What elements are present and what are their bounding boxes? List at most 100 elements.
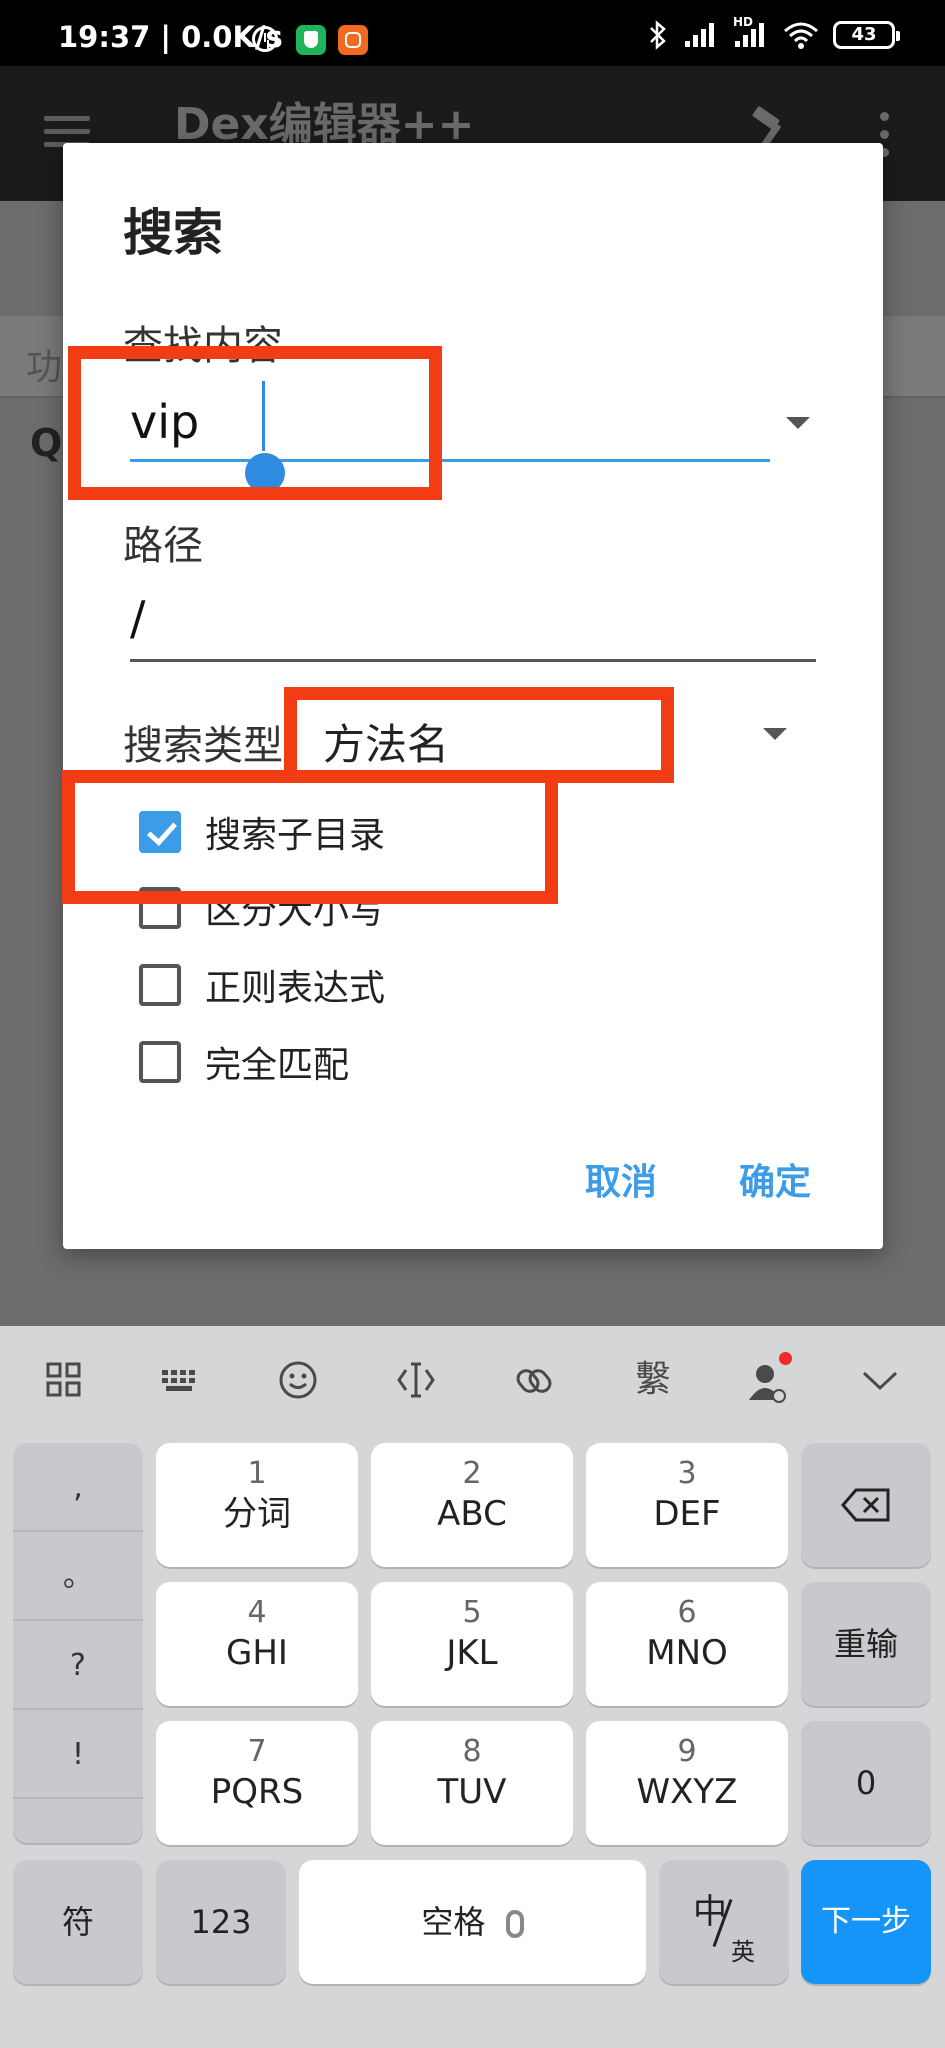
font-icon[interactable]: 繫 (633, 1360, 673, 1400)
find-history-dropdown-icon[interactable] (786, 417, 810, 429)
checkbox-unchecked[interactable] (139, 887, 181, 929)
collapse-keyboard-icon[interactable] (860, 1360, 900, 1400)
space-key[interactable]: 空格 (299, 1860, 646, 1984)
option-case-sensitive[interactable]: 区分大小写 (139, 883, 385, 933)
option-regex[interactable]: 正则表达式 (139, 960, 385, 1010)
find-content-label: 查找内容 (123, 323, 283, 369)
option-exact-match[interactable]: 完全匹配 (139, 1037, 349, 1087)
key-letters: GHI (226, 1633, 288, 1673)
find-content-input[interactable]: vip (130, 373, 790, 493)
key-6[interactable]: 6 MNO (586, 1582, 788, 1706)
key-letters: TUV (437, 1772, 507, 1812)
punct-key[interactable]: 。 (13, 1532, 143, 1621)
key-number: 8 (462, 1734, 482, 1769)
confirm-button[interactable]: 确定 (739, 1153, 811, 1205)
backspace-icon (841, 1488, 890, 1522)
signal-icon (683, 21, 719, 49)
checkbox-unchecked[interactable] (139, 964, 181, 1006)
option-label: 搜索子目录 (205, 815, 386, 856)
search-type-label: 搜索类型 (123, 723, 283, 769)
key-letters: PQRS (210, 1772, 304, 1812)
key-number: 6 (677, 1595, 697, 1630)
key-number: 5 (462, 1595, 482, 1630)
status-bar: 19:37 | 0.0K/s HD 43 (0, 0, 945, 66)
key-number: 2 (462, 1456, 482, 1491)
language-switch-key[interactable]: 中 英 (659, 1860, 789, 1984)
security-app-icon (296, 25, 326, 55)
search-type-value: 方法名 (323, 720, 450, 769)
search-glyph: Q (30, 421, 63, 465)
checkbox-checked[interactable] (139, 811, 181, 853)
cancel-button[interactable]: 取消 (585, 1153, 657, 1205)
text-caret (262, 381, 265, 451)
key-number: 9 (677, 1734, 697, 1769)
grid-icon[interactable] (44, 1360, 84, 1400)
symbols-key[interactable]: 符 (13, 1860, 143, 1984)
signal-hd-icon: HD (733, 15, 769, 49)
backspace-key[interactable] (801, 1443, 931, 1567)
mi-app-icon (338, 25, 368, 55)
zero-key[interactable]: 0 (801, 1721, 931, 1845)
dialog-title: 搜索 (123, 204, 223, 262)
key-3[interactable]: 3 DEF (586, 1443, 788, 1567)
ime-keyboard: 繫 , 。 ? ! 1 分词 2 ABC 3 DEF 4 GHI 5 JKL 6… (0, 1326, 945, 2048)
reenter-key[interactable]: 重输 (801, 1582, 931, 1706)
punctuation-column: , 。 ? ! (13, 1443, 143, 1843)
find-content-value: vip (130, 395, 200, 449)
path-input[interactable]: / (130, 583, 816, 663)
cursor-handle[interactable] (245, 453, 285, 493)
option-label: 区分大小写 (205, 891, 386, 932)
key-2[interactable]: 2 ABC (371, 1443, 573, 1567)
avatar-icon[interactable] (745, 1352, 792, 1403)
path-input-underline (130, 659, 816, 662)
path-value: / (130, 591, 146, 645)
key-8[interactable]: 8 TUV (371, 1721, 573, 1845)
alarm-icon (252, 26, 278, 52)
key-number: 3 (677, 1456, 697, 1491)
key-1[interactable]: 1 分词 (156, 1443, 358, 1567)
option-search-subdirs[interactable]: 搜索子目录 (139, 807, 385, 857)
battery-indicator: 43 (833, 21, 900, 49)
notification-dot (779, 1352, 792, 1365)
key-letters: WXYZ (636, 1772, 738, 1812)
key-number: 4 (247, 1595, 267, 1630)
keyboard-icon[interactable] (160, 1360, 200, 1400)
checkbox-unchecked[interactable] (139, 1041, 181, 1083)
search-dialog: 搜索 查找内容 vip 路径 / 搜索类型 方法名 搜索子目录 区分大小写 正则… (63, 143, 883, 1249)
key-letters: MNO (646, 1633, 728, 1673)
search-type-dropdown-icon (763, 728, 787, 740)
microphone-icon (505, 1910, 524, 1938)
key-5[interactable]: 5 JKL (371, 1582, 573, 1706)
search-type-select[interactable]: 方法名 (318, 703, 798, 773)
path-label: 路径 (123, 523, 203, 569)
key-number: 1 (247, 1456, 267, 1491)
bluetooth-icon (647, 20, 669, 50)
key-letters: 分词 (223, 1494, 291, 1534)
punct-key[interactable]: , (13, 1443, 143, 1532)
cursor-move-icon[interactable] (396, 1360, 436, 1400)
key-number: 7 (247, 1734, 267, 1769)
numbers-key[interactable]: 123 (156, 1860, 286, 1984)
punct-key[interactable]: ? (13, 1621, 143, 1710)
punct-key[interactable]: ! (13, 1710, 143, 1799)
wifi-icon (783, 21, 819, 49)
lang-sub: 英 (731, 1938, 755, 1966)
option-label: 完全匹配 (205, 1045, 350, 1086)
space-label: 空格 (421, 1903, 486, 1941)
emoji-icon[interactable] (278, 1360, 318, 1400)
keyboard-toolbar: 繫 (0, 1326, 945, 1436)
key-9[interactable]: 9 WXYZ (586, 1721, 788, 1845)
next-step-key[interactable]: 下一步 (801, 1860, 931, 1984)
find-input-underline (130, 459, 770, 462)
strip-label: 功 (26, 347, 63, 388)
option-label: 正则表达式 (205, 968, 386, 1009)
key-letters: JKL (446, 1633, 498, 1673)
network-tag: HD (733, 15, 754, 29)
clipboard-link-icon[interactable] (514, 1360, 554, 1400)
key-letters: ABC (437, 1494, 507, 1534)
menu-icon[interactable] (44, 116, 90, 147)
status-time-speed: 19:37 | 0.0K/s (58, 20, 283, 54)
key-letters: DEF (653, 1494, 721, 1534)
key-4[interactable]: 4 GHI (156, 1582, 358, 1706)
key-7[interactable]: 7 PQRS (156, 1721, 358, 1845)
